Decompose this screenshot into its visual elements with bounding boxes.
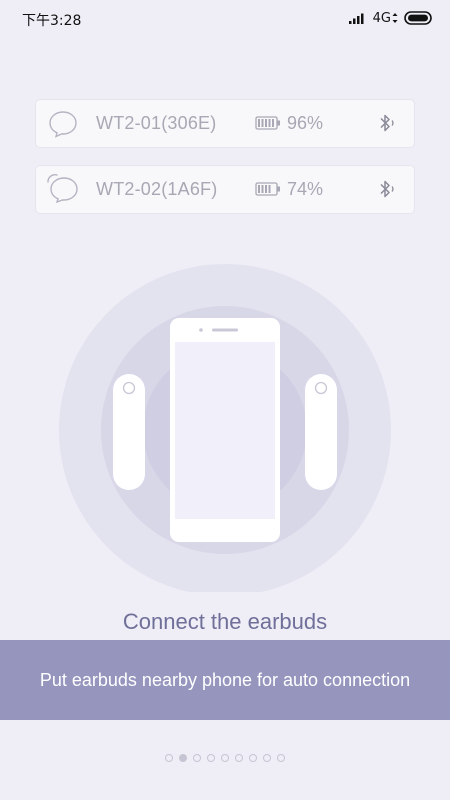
battery-level-icon xyxy=(255,182,280,196)
page-dot[interactable] xyxy=(249,754,257,762)
page-dot[interactable] xyxy=(179,754,187,762)
bluetooth-icon xyxy=(380,114,394,132)
battery-percent: 96% xyxy=(287,113,324,133)
status-indicators: 4G xyxy=(348,9,434,27)
device-name: WT2-01(306E) xyxy=(96,113,217,133)
battery-icon xyxy=(404,11,432,25)
status-bar: 下午3:28 4G xyxy=(0,0,450,36)
earbud-left-icon xyxy=(47,174,78,203)
device-card-wt2-01[interactable]: WT2-01(306E) 96% xyxy=(36,100,414,147)
signal-icon xyxy=(348,13,364,24)
page-dot[interactable] xyxy=(193,754,201,762)
page-dot[interactable] xyxy=(263,754,271,762)
network-type: 4G xyxy=(372,10,391,26)
earbud-right-icon xyxy=(49,111,77,138)
battery-percent: 74% xyxy=(287,179,324,199)
earbud-right-icon xyxy=(305,374,337,490)
phone-icon xyxy=(170,318,280,542)
instruction-banner: Put earbuds nearby phone for auto connec… xyxy=(0,640,450,720)
instruction-text: Put earbuds nearby phone for auto connec… xyxy=(39,669,411,690)
page-dot[interactable] xyxy=(165,754,173,762)
device-name: WT2-02(1A6F) xyxy=(96,179,218,199)
page-title: Connect the earbuds xyxy=(122,609,328,634)
page-dot[interactable] xyxy=(221,754,229,762)
page-dot[interactable] xyxy=(277,754,285,762)
page-dot[interactable] xyxy=(235,754,243,762)
bluetooth-icon xyxy=(380,180,394,198)
device-card-wt2-02[interactable]: WT2-02(1A6F) 74% xyxy=(36,166,414,213)
page-indicator xyxy=(0,754,450,762)
pairing-illustration xyxy=(59,264,391,592)
page-dot[interactable] xyxy=(207,754,215,762)
data-arrows-icon xyxy=(392,13,398,23)
earbud-left-icon xyxy=(113,374,145,490)
battery-level-icon xyxy=(255,116,280,130)
status-time: 下午3:28 xyxy=(22,13,82,29)
